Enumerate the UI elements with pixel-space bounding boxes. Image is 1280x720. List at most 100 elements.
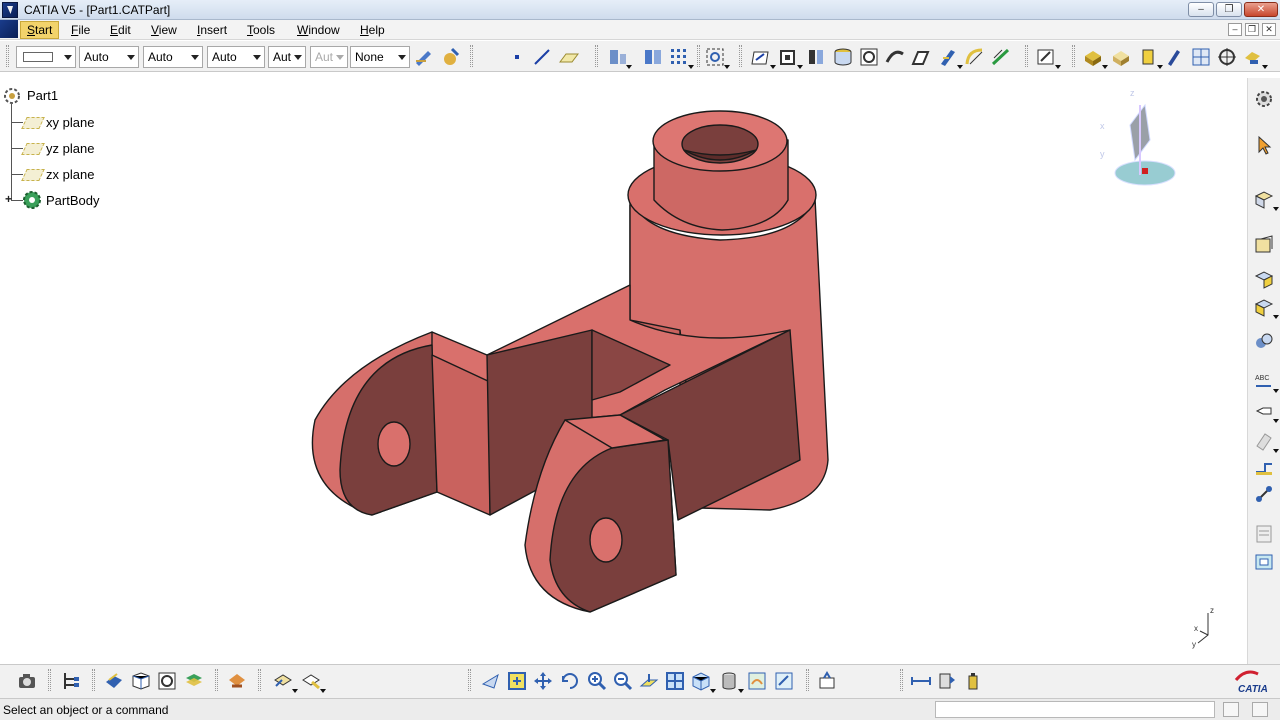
iso-view-icon[interactable] xyxy=(690,670,716,693)
menu-edit[interactable]: Edit xyxy=(110,23,131,37)
split-icon[interactable] xyxy=(1163,46,1185,68)
rotate-icon[interactable] xyxy=(559,670,581,692)
toolbar-grip[interactable] xyxy=(470,45,473,67)
hide-show-icon[interactable] xyxy=(1253,551,1275,573)
hole-icon[interactable] xyxy=(858,46,880,68)
measure-between-icon[interactable] xyxy=(1253,483,1275,505)
tree-item-yz-plane[interactable]: yz plane xyxy=(0,137,120,159)
pocket-icon[interactable] xyxy=(805,46,827,68)
line-thickness-combo[interactable]: Auto xyxy=(143,46,203,68)
render-toggle-icon[interactable] xyxy=(300,670,326,693)
draft-icon[interactable] xyxy=(1035,46,1061,69)
view-mode-icon[interactable] xyxy=(718,670,744,693)
tree-display-icon[interactable] xyxy=(60,670,82,692)
toolbar-grip[interactable] xyxy=(92,669,95,691)
translation-icon[interactable] xyxy=(1253,296,1279,319)
doc-restore-button[interactable]: ❐ xyxy=(1245,23,1259,36)
measure-inertia-icon[interactable] xyxy=(962,670,984,692)
measure-icon[interactable] xyxy=(606,46,632,69)
transform-icon[interactable] xyxy=(1253,330,1275,352)
point-icon[interactable] xyxy=(507,46,529,68)
tree-item-part1[interactable]: Part1 xyxy=(0,84,120,106)
measure-item-icon[interactable] xyxy=(936,670,958,692)
remove-face-icon[interactable] xyxy=(1190,46,1212,68)
grid-icon[interactable] xyxy=(668,46,694,69)
apply-material-bottom-icon[interactable] xyxy=(272,670,298,693)
layers-icon[interactable] xyxy=(183,670,205,692)
toolbar-grip[interactable] xyxy=(595,45,598,67)
knowledge-icon[interactable] xyxy=(816,670,838,692)
tree-item-xy-plane[interactable]: xy plane xyxy=(0,111,120,133)
sketch-based-icon[interactable] xyxy=(1253,456,1275,478)
boolean-icon[interactable] xyxy=(1242,46,1268,69)
menu-insert[interactable]: Insert xyxy=(197,23,227,37)
menu-window[interactable]: Window xyxy=(297,23,340,37)
tree-item-zx-plane[interactable]: zx plane xyxy=(0,163,120,185)
pan-icon[interactable] xyxy=(532,670,554,692)
power-input-field[interactable] xyxy=(935,701,1215,718)
split-view-icon[interactable] xyxy=(664,670,686,692)
transparency-combo[interactable]: Auto xyxy=(79,46,139,68)
catia-app-icon[interactable] xyxy=(2,2,18,18)
capture-camera-icon[interactable] xyxy=(16,670,38,692)
color-combo[interactable] xyxy=(16,46,76,68)
fit-all-icon[interactable] xyxy=(704,46,730,69)
doc-minimize-button[interactable]: – xyxy=(1228,23,1242,36)
zoom-in-icon[interactable] xyxy=(586,670,608,692)
toolbar-grip[interactable] xyxy=(215,669,218,691)
shaft-icon[interactable] xyxy=(832,46,854,68)
zoom-out-icon[interactable] xyxy=(612,670,634,692)
toolbar-grip[interactable] xyxy=(6,45,9,67)
fly-mode-icon[interactable] xyxy=(480,670,502,692)
material-icon[interactable] xyxy=(226,670,248,692)
toolbar-grip[interactable] xyxy=(739,45,742,67)
menu-start[interactable]: Start xyxy=(20,21,60,39)
slot-icon[interactable] xyxy=(910,46,932,68)
restore-button[interactable]: ❐ xyxy=(1216,2,1242,17)
chamfer-icon[interactable] xyxy=(990,46,1012,68)
publication-icon[interactable] xyxy=(1253,234,1275,256)
3d-annotation-icon[interactable] xyxy=(1253,430,1279,453)
status-button-right[interactable] xyxy=(1252,702,1268,717)
multi-section-icon[interactable] xyxy=(937,46,963,69)
fit-all-in-icon[interactable] xyxy=(506,670,528,692)
thread-icon[interactable] xyxy=(1137,46,1163,69)
hide-show-bottom-icon[interactable] xyxy=(746,670,768,692)
line-icon[interactable] xyxy=(531,46,553,68)
swap-visible-space-icon[interactable] xyxy=(773,670,795,692)
plane-icon[interactable] xyxy=(558,46,580,68)
menu-help[interactable]: Help xyxy=(360,23,385,37)
status-button-left[interactable] xyxy=(1223,702,1239,717)
document-icon[interactable] xyxy=(0,20,18,38)
workbench-gear-icon[interactable] xyxy=(1253,88,1275,110)
toolbar-grip[interactable] xyxy=(697,45,700,67)
layer-combo[interactable]: Aut xyxy=(310,46,348,68)
toolbar-grip[interactable] xyxy=(900,669,903,691)
sketcher-icon[interactable] xyxy=(750,46,776,69)
fillet-icon[interactable] xyxy=(964,46,986,68)
menu-view[interactable]: View xyxy=(151,23,177,37)
compass-widget[interactable]: z x y xyxy=(1095,85,1185,195)
toolbar-grip[interactable] xyxy=(1025,45,1028,67)
normal-view-icon[interactable] xyxy=(638,670,660,692)
menu-tools[interactable]: Tools xyxy=(247,23,275,37)
close-button[interactable]: ✕ xyxy=(1244,2,1278,17)
toolbar-grip[interactable] xyxy=(48,669,51,691)
doc-close-button[interactable]: ✕ xyxy=(1262,23,1276,36)
catalog-icon[interactable] xyxy=(1253,523,1275,545)
constraint-icon[interactable] xyxy=(1253,188,1279,211)
pad-icon[interactable] xyxy=(777,46,803,69)
toolbar-grip[interactable] xyxy=(806,669,809,691)
thickness-icon[interactable] xyxy=(1110,46,1132,68)
point-type-combo[interactable]: Aut xyxy=(268,46,306,68)
toolbar-grip[interactable] xyxy=(468,669,471,691)
flag-note-icon[interactable] xyxy=(1253,400,1279,423)
expand-plus-icon[interactable]: + xyxy=(5,193,15,205)
wireframe-icon[interactable] xyxy=(156,670,178,692)
measure-distance-icon[interactable] xyxy=(910,670,932,692)
sketch-analysis-icon[interactable] xyxy=(130,670,152,692)
minimize-button[interactable]: – xyxy=(1188,2,1214,17)
axis-system-icon[interactable] xyxy=(1216,46,1238,68)
analysis-icon[interactable] xyxy=(642,46,664,68)
scaling-icon[interactable] xyxy=(1253,268,1275,290)
